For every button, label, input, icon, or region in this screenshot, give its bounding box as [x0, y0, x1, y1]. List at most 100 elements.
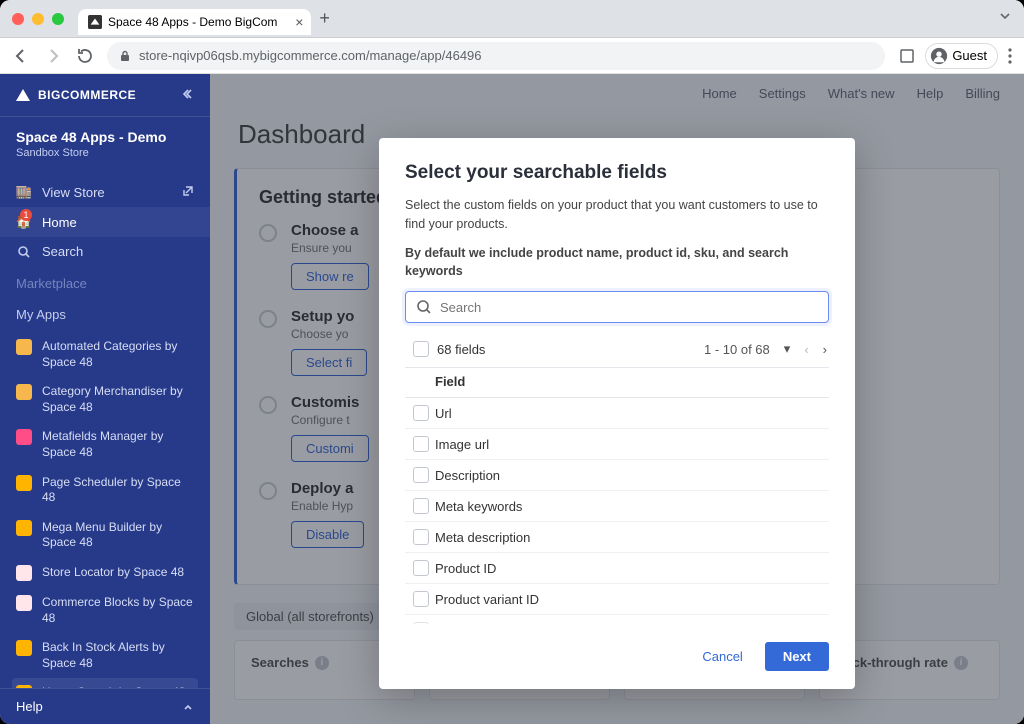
browser-tab[interactable]: Space 48 Apps - Demo BigCom ×: [78, 9, 311, 35]
app-name: Page Scheduler by Space 48: [42, 475, 194, 506]
app-icon: [16, 429, 32, 445]
back-button[interactable]: [12, 47, 30, 65]
field-row[interactable]: Url: [405, 398, 829, 429]
sidebar-app-item[interactable]: Mega Menu Builder by Space 48: [12, 513, 198, 558]
sidebar-item-search[interactable]: Search: [0, 237, 210, 266]
field-checkbox[interactable]: [413, 498, 429, 514]
chevron-up-icon: [182, 701, 194, 713]
field-checkbox[interactable]: [413, 560, 429, 576]
field-name: Product variant ID: [435, 592, 539, 607]
sidebar: BIGCOMMERCE Space 48 Apps - Demo Sandbox…: [0, 74, 210, 724]
guest-avatar-icon: [930, 47, 948, 65]
field-checkbox[interactable]: [413, 622, 429, 624]
results-count: 68 fields: [435, 342, 704, 357]
main-content: HomeSettingsWhat's newHelpBilling Dashbo…: [210, 74, 1024, 724]
close-tab-icon[interactable]: ×: [295, 14, 303, 30]
sidebar-app-item[interactable]: Back In Stock Alerts by Space 48: [12, 633, 198, 678]
new-tab-button[interactable]: +: [319, 8, 330, 29]
app-name: Automated Categories by Space 48: [42, 339, 194, 370]
next-button[interactable]: Next: [765, 642, 829, 671]
window-maximize-icon[interactable]: [52, 13, 64, 25]
field-checkbox[interactable]: [413, 591, 429, 607]
collapse-sidebar-button[interactable]: [182, 87, 196, 104]
tab-title: Space 48 Apps - Demo BigCom: [108, 15, 277, 29]
reload-button[interactable]: [76, 47, 93, 64]
secure-lock-icon: [119, 50, 131, 62]
modal-description: Select the custom fields on your product…: [405, 196, 829, 234]
field-name: Price: [435, 623, 465, 625]
app-name: Back In Stock Alerts by Space 48: [42, 640, 194, 671]
guest-label: Guest: [952, 48, 987, 63]
overflow-menu-icon[interactable]: [1008, 48, 1012, 64]
app-icon: [16, 565, 32, 581]
field-checkbox[interactable]: [413, 529, 429, 545]
profile-chip[interactable]: Guest: [925, 43, 998, 69]
next-page-button[interactable]: ›: [823, 342, 827, 357]
browser-toolbar: store-nqivp06qsb.mybigcommerce.com/manag…: [0, 38, 1024, 74]
field-row[interactable]: Meta keywords: [405, 491, 829, 522]
pager-label: 1 - 10 of 68: [704, 342, 770, 357]
window-close-icon[interactable]: [12, 13, 24, 25]
field-checkbox[interactable]: [413, 405, 429, 421]
sidebar-app-item[interactable]: Automated Categories by Space 48: [12, 332, 198, 377]
field-name: Product ID: [435, 561, 496, 576]
modal-overlay[interactable]: Select your searchable fields Select the…: [210, 74, 1024, 724]
field-row[interactable]: Product variant ID: [405, 584, 829, 615]
prev-page-button[interactable]: ‹: [804, 342, 808, 357]
field-checkbox[interactable]: [413, 467, 429, 483]
field-row[interactable]: Description: [405, 460, 829, 491]
brand-logo: BIGCOMMERCE: [14, 86, 136, 104]
field-name: Image url: [435, 437, 489, 452]
url-bar[interactable]: store-nqivp06qsb.mybigcommerce.com/manag…: [107, 42, 885, 70]
bigcommerce-logo-icon: [14, 86, 32, 104]
app-icon: [16, 475, 32, 491]
searchable-fields-modal: Select your searchable fields Select the…: [379, 138, 855, 689]
store-type: Sandbox Store: [16, 147, 194, 159]
app-icon: [16, 384, 32, 400]
app-icon: [16, 595, 32, 611]
sidebar-app-item[interactable]: Hyper Search by Space 48: [12, 678, 198, 688]
home-badge: 1: [20, 209, 32, 221]
sidebar-app-item[interactable]: Page Scheduler by Space 48: [12, 468, 198, 513]
sidebar-sublabel-marketplace[interactable]: Marketplace: [12, 270, 198, 301]
external-link-icon: [182, 185, 194, 200]
field-row[interactable]: Meta description: [405, 522, 829, 553]
field-checkbox[interactable]: [413, 436, 429, 452]
tab-overflow-icon[interactable]: [998, 9, 1012, 28]
field-row[interactable]: Product ID: [405, 553, 829, 584]
column-header-field: Field: [435, 374, 465, 389]
window-minimize-icon[interactable]: [32, 13, 44, 25]
sidebar-item-help[interactable]: Help: [0, 688, 210, 724]
app-name: Category Merchandiser by Space 48: [42, 384, 194, 415]
store-switcher[interactable]: Space 48 Apps - Demo Sandbox Store: [0, 117, 210, 173]
search-input[interactable]: [440, 300, 818, 315]
field-name: Description: [435, 468, 500, 483]
sidebar-app-item[interactable]: Store Locator by Space 48: [12, 558, 198, 588]
store-name: Space 48 Apps - Demo: [16, 129, 194, 145]
app-name: Commerce Blocks by Space 48: [42, 595, 194, 626]
search-icon: [16, 245, 32, 259]
cancel-button[interactable]: Cancel: [688, 642, 756, 671]
select-all-checkbox[interactable]: [413, 341, 429, 357]
field-row[interactable]: Image url: [405, 429, 829, 460]
sidebar-item-home[interactable]: 🏠 1 Home: [0, 207, 210, 237]
field-search-input[interactable]: [405, 291, 829, 323]
modal-defaults-note: By default we include product name, prod…: [405, 244, 829, 282]
sidebar-app-item[interactable]: Category Merchandiser by Space 48: [12, 377, 198, 422]
app-name: Store Locator by Space 48: [42, 565, 184, 581]
app-name: Metafields Manager by Space 48: [42, 429, 194, 460]
site-favicon-icon: [88, 15, 102, 29]
sidebar-item-view-store[interactable]: 🏬 View Store: [0, 177, 210, 207]
app-icon: [16, 640, 32, 656]
page-size-menu[interactable]: ▾: [784, 341, 791, 357]
sidebar-app-item[interactable]: Metafields Manager by Space 48: [12, 422, 198, 467]
app-name: Mega Menu Builder by Space 48: [42, 520, 194, 551]
url-text: store-nqivp06qsb.mybigcommerce.com/manag…: [139, 48, 482, 63]
search-icon: [416, 299, 432, 315]
sidebar-app-item[interactable]: Commerce Blocks by Space 48: [12, 588, 198, 633]
field-name: Meta keywords: [435, 499, 522, 514]
install-app-icon[interactable]: [899, 48, 915, 64]
field-row[interactable]: Price: [405, 615, 829, 624]
sidebar-sublabel-my-apps[interactable]: My Apps: [12, 301, 198, 332]
app-icon: [16, 520, 32, 536]
